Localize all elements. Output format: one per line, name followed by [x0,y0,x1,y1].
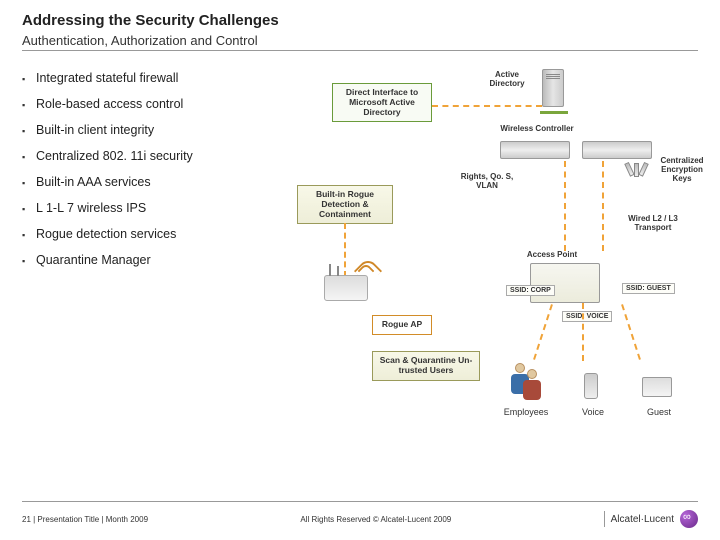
label-employees: Employees [496,407,556,417]
connector-green [540,111,568,114]
phone-icon [584,373,598,399]
footer-copyright: All Rights Reserved © Alcatel-Lucent 200… [300,515,451,524]
label-rights: Rights, Qo. S, VLAN [452,173,522,191]
server-icon [542,69,564,107]
box-direct-interface: Direct Interface to Microsoft Active Dir… [332,83,432,122]
label-voice: Voice [570,407,616,417]
footer-left: 21 | Presentation Title | Month 2009 [22,515,148,524]
box-scan-quarantine: Scan & Quarantine Un-trusted Users [372,351,480,381]
connector [432,105,542,107]
network-diagram: Direct Interface to Microsoft Active Dir… [282,65,698,445]
brand-logo: Alcatel·Lucent [604,510,698,528]
connector [564,161,566,251]
employees-icon [520,369,544,407]
controller-icon [582,141,652,159]
list-item: Quarantine Manager [22,247,272,273]
controller-icon [500,141,570,159]
list-item: Built-in AAA services [22,169,272,195]
ssid-guest: SSID: GUEST [622,283,675,294]
brand-name: Alcatel·Lucent [611,514,674,525]
slide-title: Addressing the Security Challenges [22,12,698,29]
bullet-list: Integrated stateful firewall Role-based … [22,65,272,445]
label-access-point: Access Point [512,251,592,260]
divider-bottom [22,501,698,502]
list-item: L 1-L 7 wireless IPS [22,195,272,221]
list-item: Integrated stateful firewall [22,65,272,91]
label-wireless-controller: Wireless Controller [482,125,592,134]
label-wired: Wired L2 / L3 Transport [618,215,688,233]
divider-icon [604,511,605,527]
connector [533,304,553,360]
label-rogue-ap: Rogue AP [372,315,432,335]
slide-subtitle: Authentication, Authorization and Contro… [22,33,698,48]
connector [621,304,641,360]
list-item: Centralized 802. 11i security [22,143,272,169]
brand-mark-icon [680,510,698,528]
list-item: Rogue detection services [22,221,272,247]
keys-icon [618,163,656,185]
label-active-directory: Active Directory [482,71,532,89]
access-point-icon [530,263,600,303]
label-guest: Guest [636,407,682,417]
connector [602,161,604,251]
list-item: Built-in client integrity [22,117,272,143]
label-enc-keys: Centralized Encryption Keys [652,157,712,183]
divider-top [22,50,698,51]
ssid-corp: SSID: CORP [506,285,555,296]
connector [344,223,346,277]
box-rogue-detection: Built-in Rogue Detection & Containment [297,185,393,224]
ssid-voice: SSID: VOICE [562,311,612,322]
footer: 21 | Presentation Title | Month 2009 All… [22,510,698,528]
laptop-icon [642,377,672,397]
connector [582,303,584,361]
list-item: Role-based access control [22,91,272,117]
